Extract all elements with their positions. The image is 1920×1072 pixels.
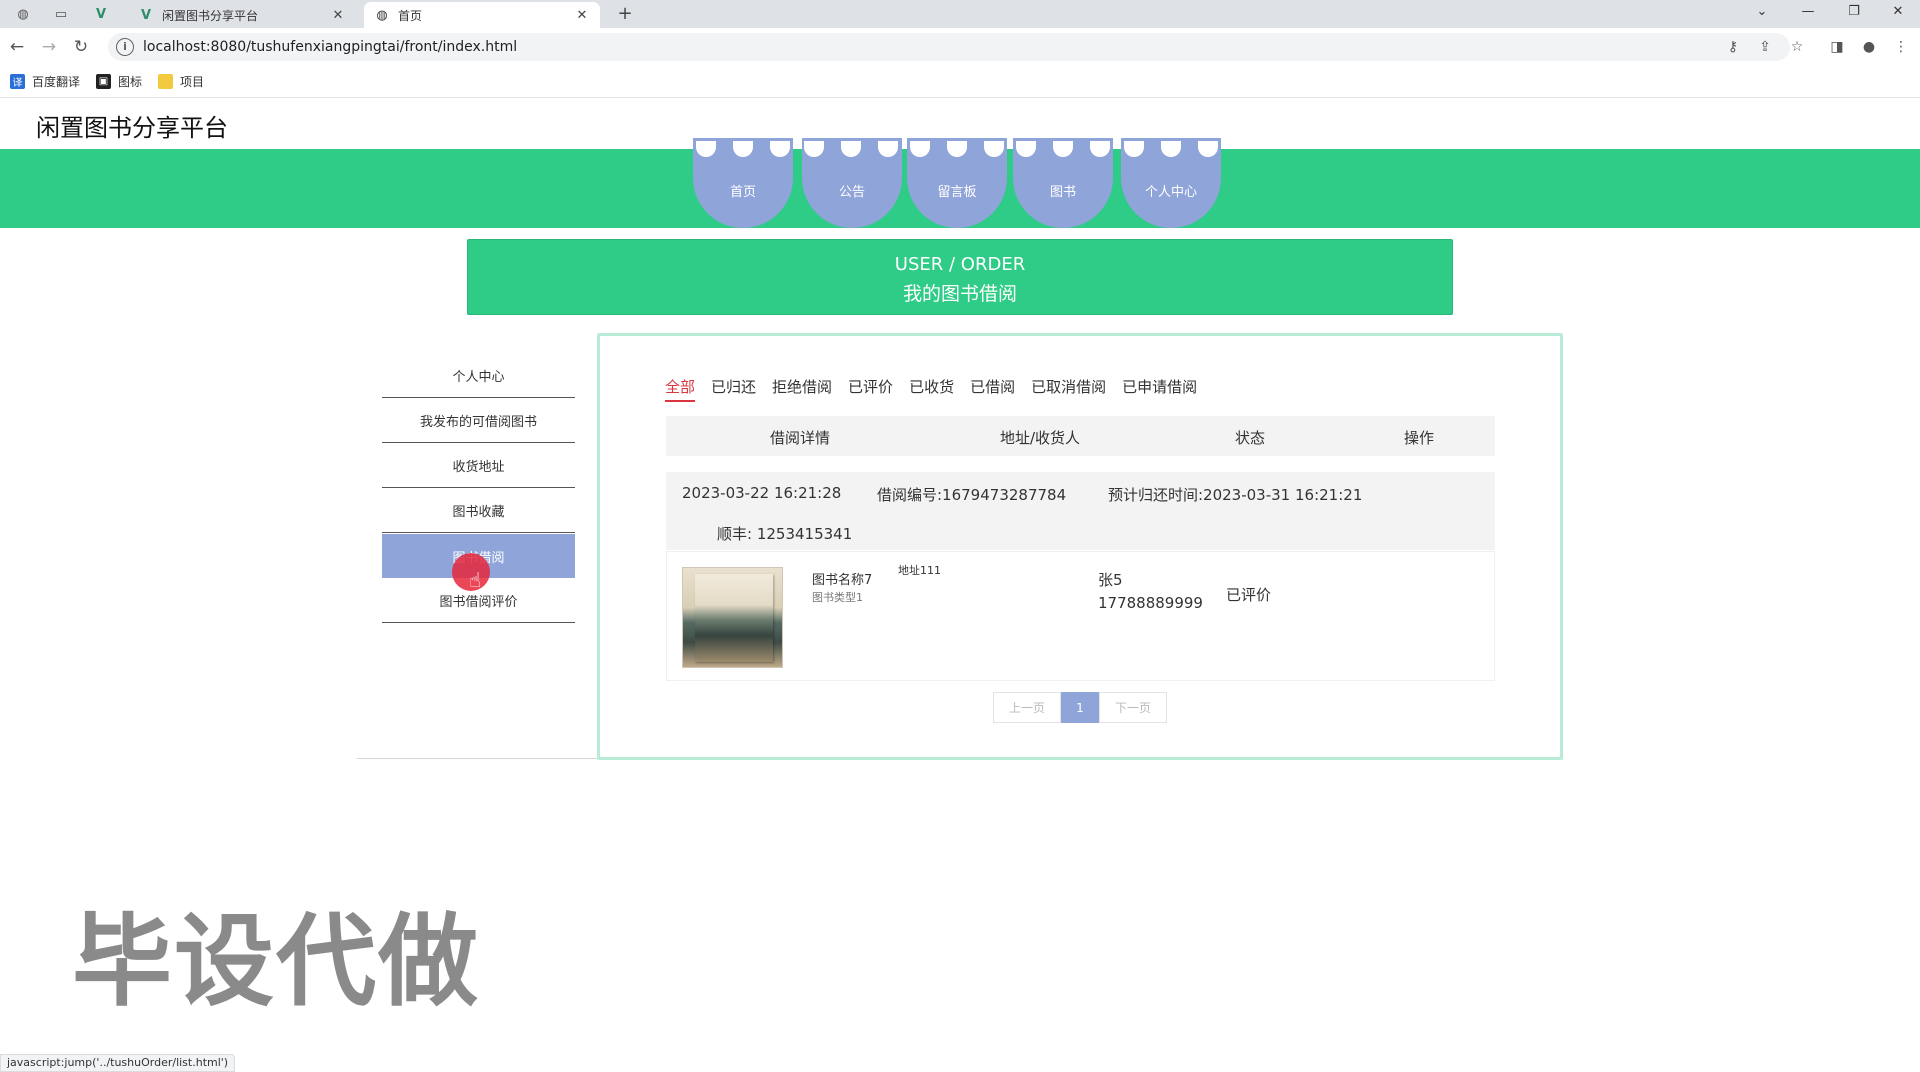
filter-tab-cancelled[interactable]: 已取消借阅 (1031, 376, 1106, 402)
star-icon[interactable]: ☆ (1787, 37, 1807, 57)
new-tab-button[interactable]: + (612, 3, 638, 25)
order-number: 借阅编号:1679473287784 (877, 486, 1067, 504)
restore-button[interactable]: ❐ (1832, 0, 1876, 26)
sidebar-item-personal-center[interactable]: 个人中心 (382, 354, 575, 398)
tab-title: 首页 (398, 8, 423, 23)
filter-tab-reviewed[interactable]: 已评价 (848, 376, 893, 402)
profile-icon[interactable]: ● (1859, 37, 1879, 57)
filter-tab-borrowed[interactable]: 已借阅 (970, 376, 1015, 402)
watermark-text: 毕设代做 (72, 903, 480, 1020)
page-banner: USER / ORDER 我的图书借阅 (467, 239, 1453, 315)
filter-tab-received[interactable]: 已收货 (909, 376, 954, 402)
browser-tab-home[interactable]: ◍ 首页 ✕ (364, 2, 600, 28)
next-page-button[interactable]: 下一页 (1099, 692, 1167, 723)
close-icon[interactable]: ✕ (574, 8, 590, 23)
book-type: 图书类型1 (812, 591, 863, 604)
filter-tab-returned[interactable]: 已归还 (711, 376, 756, 402)
filter-tab-rejected[interactable]: 拒绝借阅 (772, 376, 832, 402)
column-header: 地址/收货人 (1000, 429, 1081, 447)
url-text: localhost:8080/tushufenxiangpingtai/fron… (143, 39, 518, 55)
side-panel-icon[interactable]: ◨ (1827, 37, 1847, 57)
hand-cursor-icon: ☝ (469, 568, 482, 592)
tab-title: 闲置图书分享平台 (162, 8, 259, 23)
filter-tab-applied[interactable]: 已申请借阅 (1122, 376, 1197, 402)
image-icon: ▣ (96, 74, 112, 89)
browser-tab-platform[interactable]: V 闲置图书分享平台 ✕ (128, 2, 356, 28)
blank-tab-icon[interactable]: ▭ (44, 3, 78, 25)
column-header: 操作 (1404, 429, 1435, 447)
menu-icon[interactable]: ⋮ (1891, 37, 1911, 57)
bookmark-label: 百度翻译 (32, 75, 81, 89)
user-sidebar: 个人中心 我发布的可借阅图书 收货地址 图书收藏 图书借阅 图书借阅评价 (357, 334, 598, 759)
bookmark-label: 项目 (180, 75, 205, 89)
filter-tab-all[interactable]: 全部 (665, 376, 696, 402)
back-icon[interactable]: ← (6, 36, 28, 58)
browser-toolbar: ← → ↻ i localhost:8080/tushufenxiangping… (0, 28, 1920, 66)
status-bar-url: javascript:jump('../tushuOrder/list.html… (0, 1054, 236, 1072)
translate-icon: 译 (10, 74, 25, 89)
address-bar[interactable]: i localhost:8080/tushufenxiangpingtai/fr… (108, 33, 1790, 61)
book-name[interactable]: 图书名称7 (812, 569, 872, 588)
column-header: 状态 (1235, 429, 1266, 447)
folder-icon (158, 74, 174, 89)
bookmark-label: 图标 (118, 75, 143, 89)
column-header: 借阅详情 (770, 429, 831, 447)
order-status: 已评价 (1226, 586, 1272, 604)
browser-tab-strip: ◍ ▭ V V 闲置图书分享平台 ✕ ◍ 首页 ✕ + ⌄ — ❐ ✕ (0, 0, 1920, 28)
sidebar-item-address[interactable]: 收货地址 (382, 444, 575, 488)
close-icon[interactable]: ✕ (330, 8, 346, 23)
order-filter-tabs: 全部 已归还 拒绝借阅 已评价 已收货 已借阅 已取消借阅 已申请借阅 (665, 376, 1213, 402)
vue-icon: V (140, 7, 152, 23)
share-icon[interactable]: ⇪ (1755, 37, 1775, 57)
prev-page-button[interactable]: 上一页 (993, 692, 1061, 723)
vue-icon[interactable]: V (84, 3, 118, 25)
orders-table-header: 借阅详情 地址/收货人 状态 操作 (666, 416, 1495, 456)
sidebar-item-favorites[interactable]: 图书收藏 (382, 489, 575, 533)
pagination: 上一页 1 下一页 (993, 692, 1167, 723)
forward-icon[interactable]: → (38, 36, 60, 58)
receiver-name: 张5 (1098, 571, 1123, 589)
tab-search-icon[interactable]: ⌄ (1740, 0, 1784, 26)
site-title: 闲置图书分享平台 (36, 114, 228, 142)
order-detail-row: 图书名称7 图书类型1 地址111 张5 17788889999 已评价 (666, 551, 1495, 681)
globe-icon[interactable]: ◍ (6, 3, 40, 25)
delivery-address: 地址111 (898, 564, 941, 577)
courier-tracking: 顺丰: 1253415341 (717, 525, 853, 543)
sidebar-item-my-books[interactable]: 我发布的可借阅图书 (382, 399, 575, 443)
page-number-button[interactable]: 1 (1061, 692, 1099, 723)
minimize-button[interactable]: — (1786, 0, 1830, 26)
key-icon[interactable]: ⚷ (1723, 37, 1743, 57)
book-cover-image[interactable] (682, 567, 783, 668)
bookmarks-bar: 译 百度翻译 ▣ 图标 项目 (0, 66, 1920, 98)
receiver-phone: 17788889999 (1098, 594, 1203, 612)
bookmark-translate[interactable]: 译 百度翻译 (10, 73, 80, 90)
globe-icon: ◍ (376, 7, 388, 23)
order-created-at: 2023-03-22 16:21:28 (682, 484, 842, 502)
site-info-icon[interactable]: i (116, 38, 134, 56)
order-due-time: 预计归还时间:2023-03-31 16:21:21 (1108, 486, 1363, 504)
close-window-button[interactable]: ✕ (1876, 0, 1920, 26)
bookmark-project[interactable]: 项目 (158, 73, 204, 90)
banner-cn-title: 我的图书借阅 (902, 283, 1017, 305)
reload-icon[interactable]: ↻ (70, 36, 92, 58)
bookmark-icons[interactable]: ▣ 图标 (96, 73, 142, 90)
order-summary-row: 2023-03-22 16:21:28 借阅编号:1679473287784 预… (666, 472, 1495, 550)
banner-en-title: USER / ORDER (894, 254, 1026, 275)
